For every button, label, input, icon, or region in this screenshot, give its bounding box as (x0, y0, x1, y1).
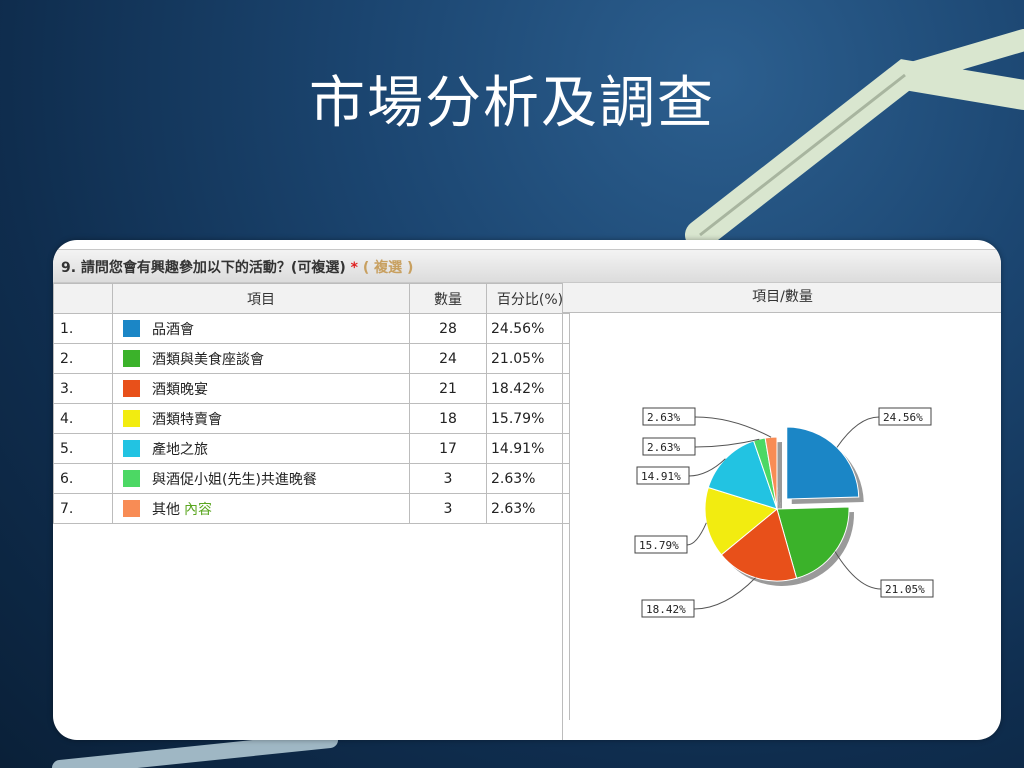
table-row: 4. 酒類特賣會 18 15.79% (53, 403, 570, 434)
row-index: 2. (53, 343, 113, 374)
legend-swatch (123, 320, 140, 337)
row-item-label: 產地之旅 (152, 441, 208, 458)
row-item: 酒類晚宴 (112, 373, 410, 404)
row-item: 其他 內容 (112, 493, 410, 524)
header-percent: 百分比(%) (486, 283, 570, 314)
row-item-label: 品酒會 (152, 321, 194, 338)
table-row: 7. 其他 內容 3 2.63% (53, 493, 570, 524)
row-item-label: 酒類特賣會 (152, 411, 222, 428)
row-item: 品酒會 (112, 313, 410, 344)
table-empty-area (53, 523, 570, 720)
row-percent: 21.05% (486, 343, 570, 374)
row-index: 3. (53, 373, 113, 404)
table-row: 6. 與酒促小姐(先生)共進晚餐 3 2.63% (53, 463, 570, 494)
legend-swatch (123, 410, 140, 427)
row-item: 酒類特賣會 (112, 403, 410, 434)
table-header-row: 項目 數量 百分比(%) (53, 283, 570, 314)
row-percent: 15.79% (486, 403, 570, 434)
pie-slice (786, 426, 860, 500)
pie-data-label: 18.42% (646, 603, 686, 616)
legend-swatch (123, 470, 140, 487)
row-item: 與酒促小姐(先生)共進晚餐 (112, 463, 410, 494)
question-type-tag: ( 複選 ) (362, 260, 414, 276)
row-index: 6. (53, 463, 113, 494)
required-mark: * (350, 260, 358, 276)
row-item-label: 其他 (152, 501, 180, 518)
question-label: 9. 請問您會有興趣參加以下的活動？(可複選) (61, 260, 346, 276)
row-count: 28 (409, 313, 487, 344)
header-count: 數量 (409, 283, 487, 314)
pie-leader-line (834, 551, 882, 590)
pie-data-label: 24.56% (883, 411, 923, 424)
pie-leader-line (693, 577, 756, 610)
row-percent: 2.63% (486, 463, 570, 494)
row-item-label: 與酒促小姐(先生)共進晚餐 (152, 471, 317, 488)
row-count: 21 (409, 373, 487, 404)
table-row: 5. 產地之旅 17 14.91% (53, 433, 570, 464)
row-item-label: 酒類晚宴 (152, 381, 208, 398)
table-row: 3. 酒類晚宴 21 18.42% (53, 373, 570, 404)
slide-title: 市場分析及調查 (309, 71, 715, 136)
legend-swatch (123, 380, 140, 397)
pie-chart-column: 項目/數量 24.56% 21.05% 18.42% 15.79% 14.91% 2.63… (562, 283, 1001, 740)
row-index: 4. (53, 403, 113, 434)
pie-data-label: 2.63% (647, 411, 680, 424)
legend-swatch (123, 500, 140, 517)
pie-leader-line (686, 522, 707, 546)
row-index: 5. (53, 433, 113, 464)
pie-leader-line (836, 416, 880, 448)
survey-result-panel: 9. 請問您會有興趣參加以下的活動？(可複選) * ( 複選 ) 項目 數量 百… (53, 240, 1001, 740)
row-item-extra-link[interactable]: 內容 (184, 499, 212, 519)
row-count: 3 (409, 493, 487, 524)
row-percent: 18.42% (486, 373, 570, 404)
row-index: 7. (53, 493, 113, 524)
question-text: 9. 請問您會有興趣參加以下的活動？(可複選) * ( 複選 ) (61, 257, 413, 277)
row-index: 1. (53, 313, 113, 344)
header-chart: 項目/數量 (563, 283, 1001, 313)
pie-data-label: 21.05% (885, 583, 925, 596)
table-row: 2. 酒類與美食座談會 24 21.05% (53, 343, 570, 374)
row-percent: 24.56% (486, 313, 570, 344)
header-index (53, 283, 113, 314)
table-row: 1. 品酒會 28 24.56% (53, 313, 570, 344)
row-item: 產地之旅 (112, 433, 410, 464)
pie-chart: 24.56% 21.05% 18.42% 15.79% 14.91% 2.63% 2.63% (634, 407, 934, 618)
row-percent: 14.91% (486, 433, 570, 464)
row-item: 酒類與美食座談會 (112, 343, 410, 374)
row-percent: 2.63% (486, 493, 570, 524)
header-item: 項目 (112, 283, 410, 314)
pie-data-label: 2.63% (647, 441, 680, 454)
row-count: 24 (409, 343, 487, 374)
row-count: 18 (409, 403, 487, 434)
question-header: 9. 請問您會有興趣參加以下的活動？(可複選) * ( 複選 ) (53, 249, 1001, 283)
pie-leader-line (694, 416, 772, 438)
pie-data-label: 15.79% (639, 539, 679, 552)
legend-swatch (123, 440, 140, 457)
row-count: 3 (409, 463, 487, 494)
row-count: 17 (409, 433, 487, 464)
legend-swatch (123, 350, 140, 367)
row-item-label: 酒類與美食座談會 (152, 351, 264, 368)
results-table: 項目 數量 百分比(%) 1. 品酒會 28 24.56% 2. 酒類與美食座談會 24 21… (53, 283, 570, 720)
pie-data-label: 14.91% (641, 470, 681, 483)
